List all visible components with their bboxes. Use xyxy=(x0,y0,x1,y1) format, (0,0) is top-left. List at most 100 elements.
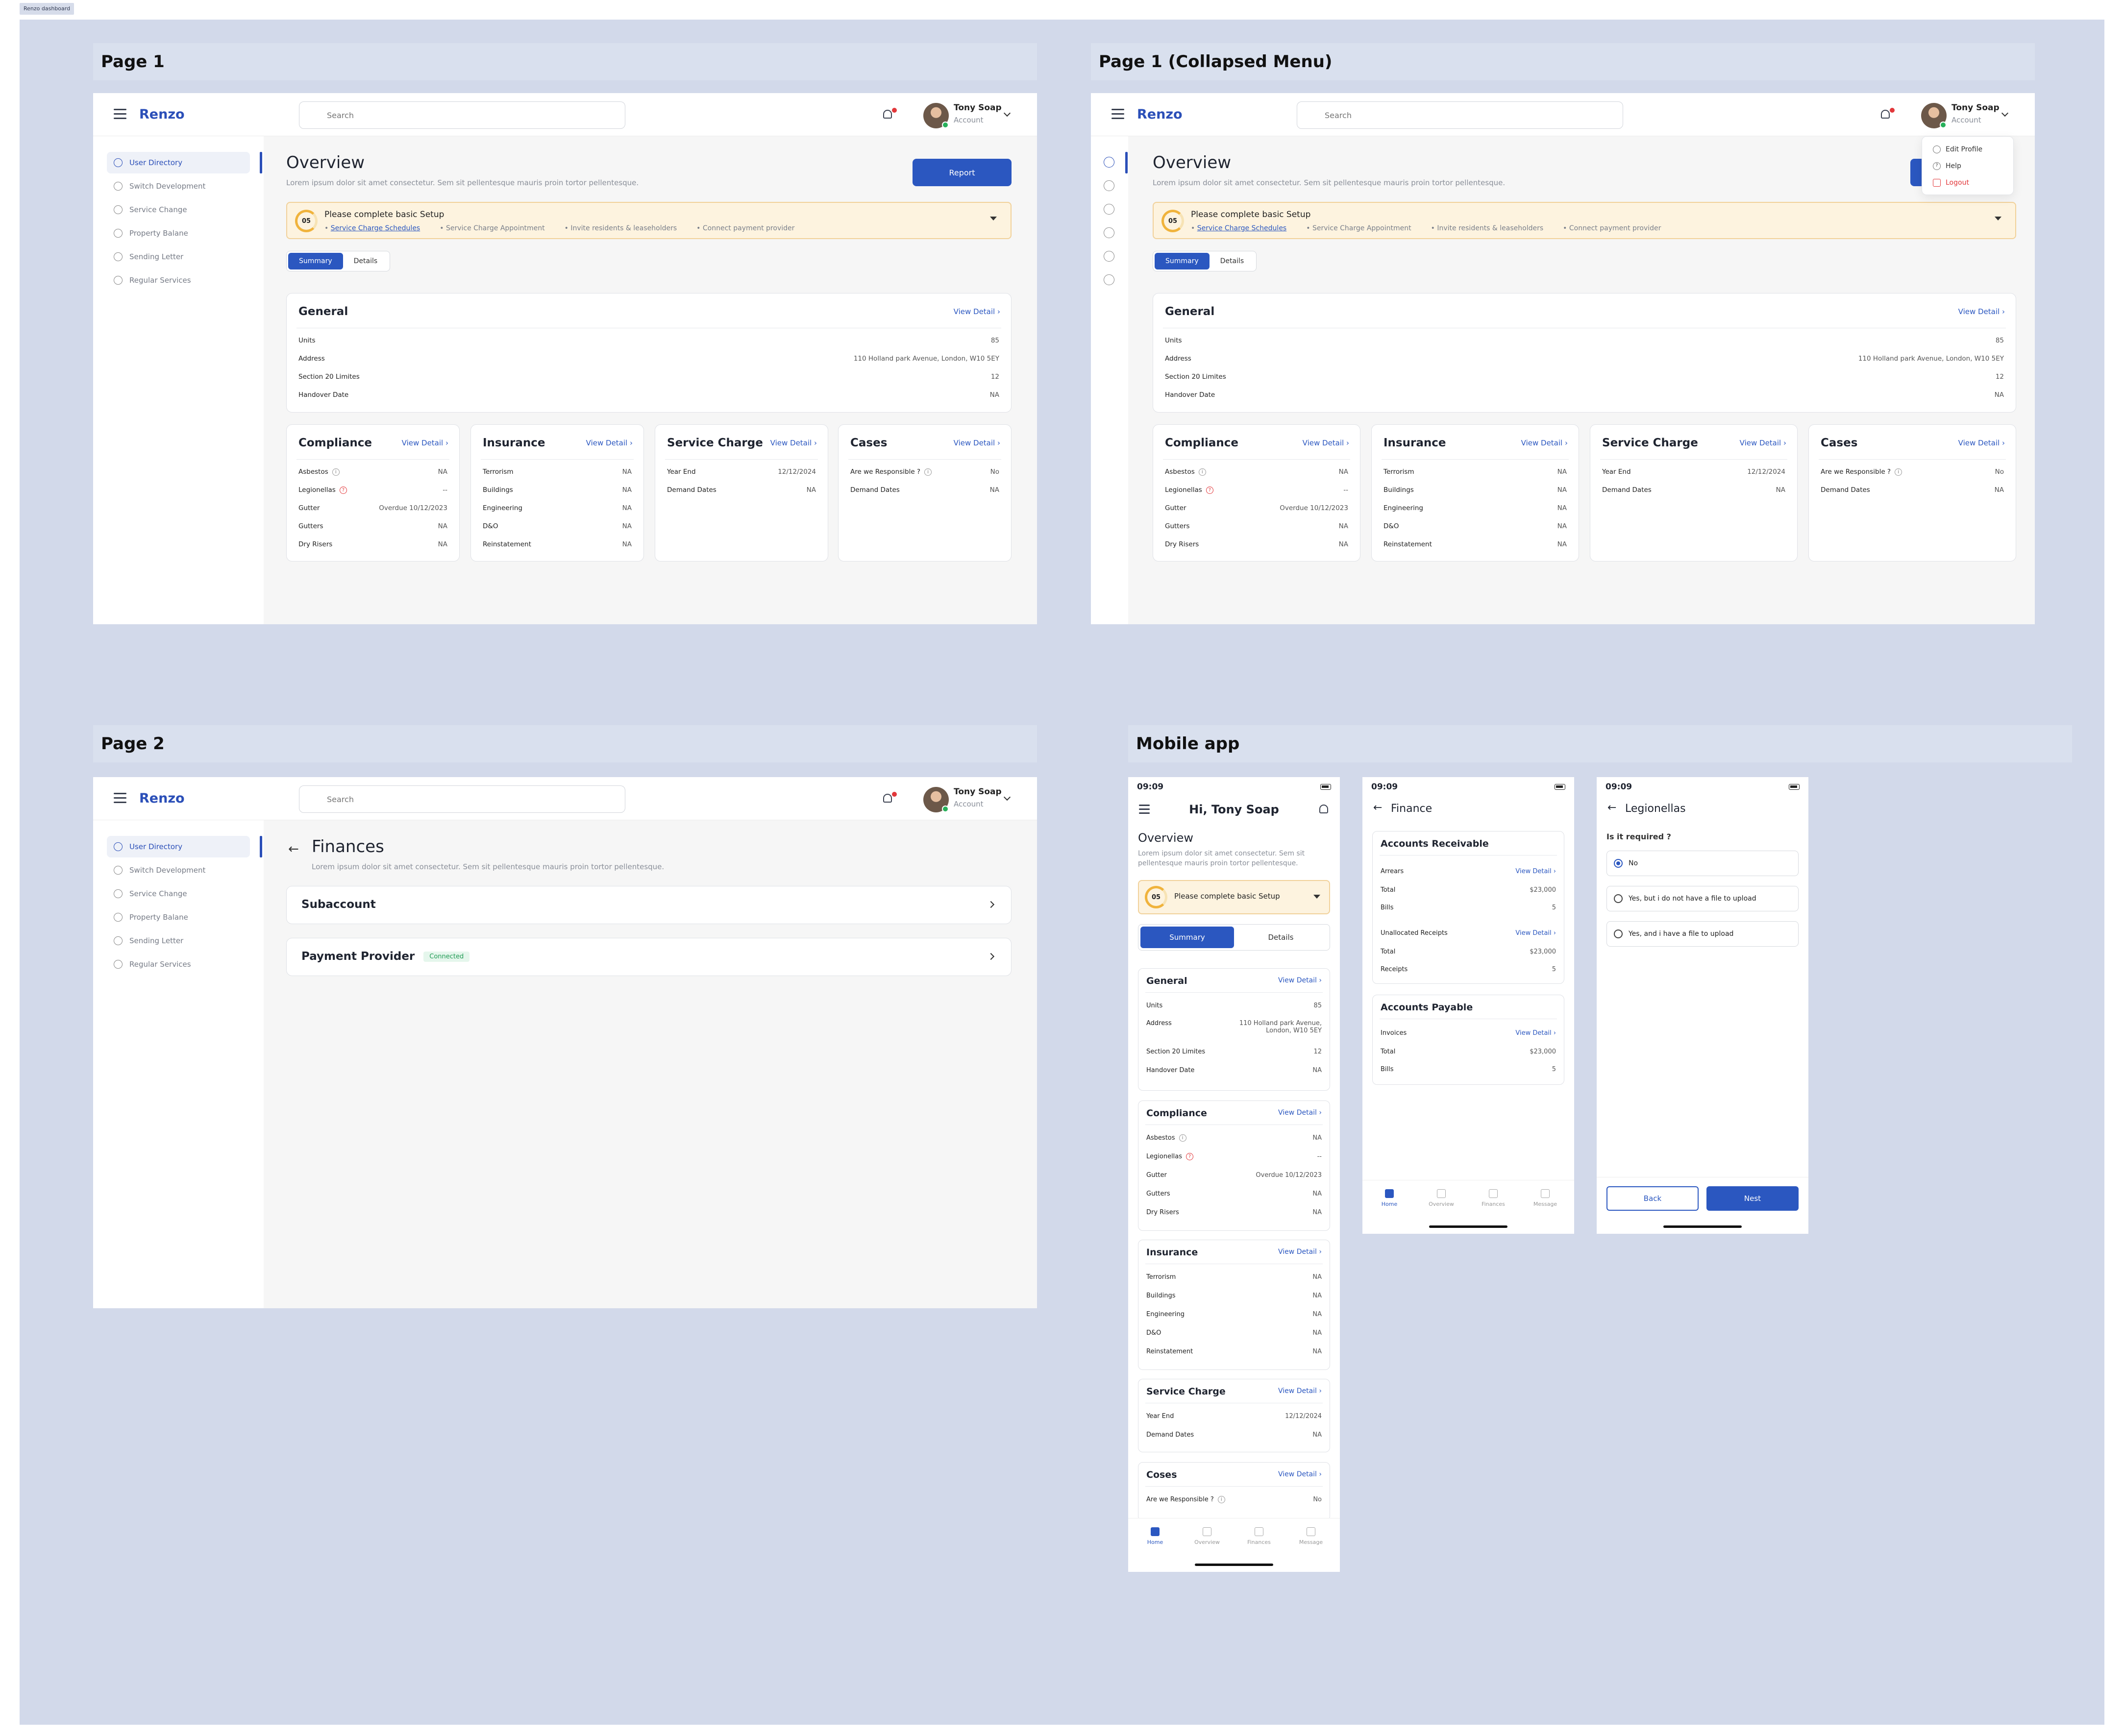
setup-step-link[interactable]: Service Charge Schedules xyxy=(331,224,420,232)
search-input[interactable] xyxy=(1297,101,1623,129)
avatar[interactable] xyxy=(923,787,949,812)
bell-icon[interactable] xyxy=(1876,106,1896,125)
setup-banner[interactable]: 05 Please complete basic Setup • Service… xyxy=(1153,202,2016,239)
view-detail-link[interactable]: View Detail › xyxy=(1515,868,1556,875)
bell-icon[interactable] xyxy=(878,106,898,125)
bell-icon[interactable] xyxy=(878,790,898,809)
user-icon[interactable] xyxy=(1104,157,1114,168)
info-icon[interactable]: i xyxy=(1198,468,1206,476)
chevron-down-icon[interactable] xyxy=(1003,109,1011,117)
sidebar-item-sending-letter[interactable]: Sending Letter xyxy=(107,246,250,268)
search-input[interactable] xyxy=(299,101,625,129)
sidebar-item-switch-development[interactable]: Switch Development xyxy=(107,859,250,881)
setup-banner[interactable]: 05 Please complete basic Setup • Service… xyxy=(286,202,1012,239)
view-detail-link[interactable]: View Detail › xyxy=(402,439,448,447)
search-input[interactable] xyxy=(299,785,625,813)
nav-message[interactable]: Message xyxy=(1294,1527,1328,1545)
view-detail-link[interactable]: View Detail › xyxy=(586,439,633,447)
nav-home[interactable]: Home xyxy=(1372,1186,1407,1212)
info-icon[interactable]: i xyxy=(924,468,932,476)
dollar-icon[interactable] xyxy=(1104,204,1114,215)
nav-overview[interactable]: Overview xyxy=(1190,1527,1224,1545)
view-detail-link[interactable]: View Detail › xyxy=(1515,1029,1556,1037)
chevron-down-icon[interactable] xyxy=(990,217,997,220)
question-icon[interactable]: ? xyxy=(1206,486,1213,494)
view-detail-link[interactable]: View Detail › xyxy=(1303,439,1349,447)
tab-details[interactable]: Details xyxy=(1234,927,1328,948)
menu-icon[interactable] xyxy=(1111,109,1124,120)
option-no[interactable]: No xyxy=(1606,851,1799,876)
logo[interactable]: Renzo xyxy=(139,789,185,808)
question-icon[interactable]: ? xyxy=(1186,1153,1194,1160)
tab-summary[interactable]: Summary xyxy=(288,253,343,269)
bell-icon[interactable] xyxy=(1314,801,1334,820)
sidebar-item-sending-letter[interactable]: Sending Letter xyxy=(107,930,250,952)
view-detail-link[interactable]: View Detail › xyxy=(1958,307,2005,316)
back-arrow-icon[interactable]: ← xyxy=(288,842,299,856)
sidebar-item-property-balane[interactable]: Property Balane xyxy=(107,222,250,244)
logo[interactable]: Renzo xyxy=(1137,105,1183,124)
tab-details[interactable]: Details xyxy=(1210,253,1255,269)
back-button[interactable]: Back xyxy=(1606,1186,1699,1211)
sidebar-item-switch-development[interactable]: Switch Development xyxy=(107,175,250,197)
sidebar-item-user-directory[interactable]: User Directory xyxy=(107,152,250,173)
view-detail-link[interactable]: View Detail › xyxy=(1740,439,1786,447)
menu-item-logout[interactable]: Logout xyxy=(1933,179,1969,187)
view-detail-link[interactable]: View Detail › xyxy=(770,439,817,447)
file-icon[interactable] xyxy=(1104,274,1114,285)
avatar[interactable] xyxy=(1921,103,1947,128)
tab-summary[interactable]: Summary xyxy=(1155,253,1210,269)
nav-home[interactable]: Home xyxy=(1138,1524,1172,1550)
next-button[interactable]: Nest xyxy=(1706,1186,1799,1211)
view-detail-link[interactable]: View Detail › xyxy=(954,439,1000,447)
option-yes-no-file[interactable]: Yes, but i do not have a file to upload xyxy=(1606,886,1799,911)
view-detail-link[interactable]: View Detail › xyxy=(1515,929,1556,937)
document-icon[interactable] xyxy=(1104,227,1114,238)
sidebar-item-service-change[interactable]: Service Change xyxy=(107,883,250,905)
tab-details[interactable]: Details xyxy=(343,253,389,269)
nav-message[interactable]: Message xyxy=(1528,1189,1562,1207)
info-icon[interactable]: i xyxy=(332,468,340,476)
sidebar-item-user-directory[interactable]: User Directory xyxy=(107,836,250,857)
view-detail-link[interactable]: View Detail › xyxy=(1278,1248,1322,1256)
setup-banner[interactable]: 05 Please complete basic Setup xyxy=(1138,880,1330,914)
chevron-down-icon[interactable] xyxy=(1313,895,1320,899)
menu-item-edit-profile[interactable]: Edit Profile xyxy=(1933,146,1982,153)
view-detail-link[interactable]: View Detail › xyxy=(1278,977,1322,984)
tab-summary[interactable]: Summary xyxy=(1140,927,1234,948)
info-icon[interactable]: i xyxy=(1179,1134,1186,1142)
back-arrow-icon[interactable]: ← xyxy=(1607,802,1616,814)
menu-icon[interactable] xyxy=(114,109,126,120)
menu-item-help[interactable]: ? Help xyxy=(1933,162,1961,170)
view-detail-link[interactable]: View Detail › xyxy=(1278,1387,1322,1395)
payment-provider-row[interactable]: Payment Provider Connected xyxy=(286,938,1012,976)
sidebar-item-property-balane[interactable]: Property Balane xyxy=(107,906,250,928)
view-detail-link[interactable]: View Detail › xyxy=(1521,439,1568,447)
info-icon[interactable]: i xyxy=(1217,1496,1225,1503)
avatar[interactable] xyxy=(923,103,949,128)
mail-icon[interactable] xyxy=(1104,251,1114,262)
view-detail-link[interactable]: View Detail › xyxy=(1278,1470,1322,1478)
swap-icon[interactable] xyxy=(1104,180,1114,191)
view-detail-link[interactable]: View Detail › xyxy=(1278,1109,1322,1117)
nav-finances[interactable]: Finances xyxy=(1242,1527,1276,1545)
nav-finances[interactable]: Finances xyxy=(1476,1189,1510,1207)
question-icon[interactable]: ? xyxy=(339,486,347,494)
view-detail-link[interactable]: View Detail › xyxy=(954,307,1000,316)
chevron-down-icon[interactable] xyxy=(1995,217,2001,220)
menu-icon[interactable] xyxy=(114,793,126,804)
sidebar-item-regular-services[interactable]: Regular Services xyxy=(107,954,250,975)
subaccount-row[interactable]: Subaccount xyxy=(286,886,1012,924)
report-button[interactable]: Report xyxy=(913,159,1012,186)
chevron-down-icon[interactable] xyxy=(2001,109,2009,117)
sidebar-item-service-change[interactable]: Service Change xyxy=(107,199,250,220)
option-yes-with-file[interactable]: Yes, and i have a file to upload xyxy=(1606,921,1799,947)
view-detail-link[interactable]: View Detail › xyxy=(1958,439,2005,447)
chevron-down-icon[interactable] xyxy=(1003,793,1011,801)
back-arrow-icon[interactable]: ← xyxy=(1373,802,1382,814)
info-icon[interactable]: i xyxy=(1895,468,1902,476)
nav-overview[interactable]: Overview xyxy=(1424,1189,1458,1207)
logo[interactable]: Renzo xyxy=(139,105,185,124)
sidebar-item-regular-services[interactable]: Regular Services xyxy=(107,269,250,291)
setup-step-link[interactable]: Service Charge Schedules xyxy=(1197,224,1287,232)
